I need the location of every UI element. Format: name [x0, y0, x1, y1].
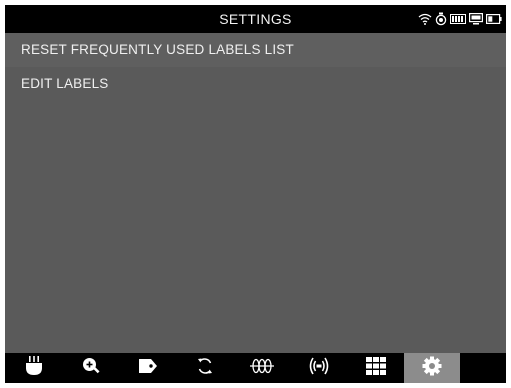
label-button[interactable]	[119, 353, 176, 383]
label-tag-icon	[138, 358, 158, 379]
status-icons	[418, 11, 502, 27]
settings-button[interactable]	[404, 353, 460, 383]
monitor-icon	[469, 13, 483, 25]
gear-icon	[422, 356, 442, 381]
grid-button[interactable]	[347, 353, 404, 383]
title-bar: SETTINGS	[5, 5, 506, 33]
zoom-button[interactable]	[62, 353, 119, 383]
transmit-button[interactable]	[290, 353, 347, 383]
waveform-icon	[249, 358, 274, 379]
refresh-button[interactable]	[176, 353, 233, 383]
transmit-icon	[307, 357, 331, 380]
zoom-in-icon	[82, 357, 100, 380]
waveform-button[interactable]	[233, 353, 290, 383]
probe-button[interactable]	[5, 353, 62, 383]
camera-icon	[435, 12, 447, 26]
wifi-icon	[418, 13, 432, 25]
battery-icon	[486, 14, 502, 24]
reset-frequently-used-labels-item[interactable]: RESET FREQUENTLY USED LABELS LIST	[5, 33, 506, 67]
probe-icon	[25, 355, 43, 381]
refresh-icon	[196, 357, 214, 380]
device-screen: SETTINGS RESET FREQUENTLY USED LABELS LI…	[5, 5, 506, 383]
edit-labels-item[interactable]: EDIT LABELS	[5, 67, 506, 101]
grid-icon	[365, 356, 386, 380]
signal-bars-icon	[450, 14, 466, 24]
settings-menu: RESET FREQUENTLY USED LABELS LIST EDIT L…	[5, 33, 506, 101]
bottom-toolbar	[5, 353, 506, 383]
